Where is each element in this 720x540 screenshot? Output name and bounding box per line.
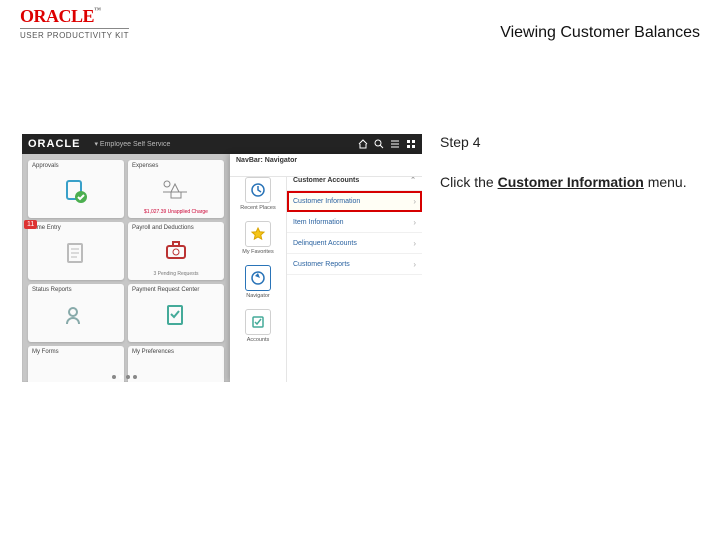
tile-status-reports[interactable]: Status Reports [28, 284, 124, 342]
tile-my-preferences[interactable]: My Preferences [128, 346, 224, 382]
oracle-logo: ORACLE™ [20, 6, 129, 27]
tile-payroll[interactable]: Payroll and Deductions 3 Pending Request… [128, 222, 224, 280]
page-title: Viewing Customer Balances [500, 24, 700, 42]
navbar-header: NavBar: Navigator [230, 154, 422, 177]
pager-dots [112, 375, 137, 379]
tile-expenses[interactable]: Expenses $1,027.39 Unapplied Charge [128, 160, 224, 218]
app-brand: ORACLE [28, 138, 80, 150]
chevron-right-icon: › [413, 239, 416, 248]
up-chevron-icon: ⌃ [410, 176, 416, 184]
step-label: Step 4 [440, 134, 687, 150]
navbar-column: Recent Places My Favorites Navigator Acc… [230, 170, 287, 382]
chevron-right-icon: › [413, 197, 416, 206]
navbar-list: Customer Accounts ⌃ Customer Information… [287, 170, 422, 382]
navbar-panel: NavBar: Navigator Recent Places My Favor… [230, 154, 422, 382]
nav-recent-places[interactable]: Recent Places [234, 174, 282, 214]
tile-time-entry[interactable]: Time Entry [28, 222, 124, 280]
instruction-text: Click the Customer Information menu. [440, 174, 687, 190]
tile-my-forms[interactable]: My Forms [28, 346, 124, 382]
instruction-target: Customer Information [498, 174, 644, 190]
menu-item-information[interactable]: Item Information› [287, 212, 422, 233]
tile-payment-request[interactable]: Payment Request Center [128, 284, 224, 342]
nav-my-favorites[interactable]: My Favorites [234, 218, 282, 258]
chevron-right-icon: › [413, 260, 416, 269]
product-suite-label: USER PRODUCTIVITY KIT [20, 28, 129, 40]
menu-icon[interactable] [390, 139, 400, 149]
breadcrumb: ▾ Employee Self Service [94, 140, 170, 148]
notification-badge: 11 [24, 220, 37, 229]
tile-approvals[interactable]: Approvals [28, 160, 124, 218]
menu-customer-information[interactable]: Customer Information› [287, 191, 422, 212]
app-topbar: ORACLE ▾ Employee Self Service [22, 134, 422, 154]
grid-icon[interactable] [406, 139, 416, 149]
menu-customer-reports[interactable]: Customer Reports› [287, 254, 422, 275]
chevron-right-icon: › [413, 218, 416, 227]
nav-navigator[interactable]: Navigator [234, 262, 282, 302]
menu-delinquent-accounts[interactable]: Delinquent Accounts› [287, 233, 422, 254]
home-icon[interactable] [358, 139, 368, 149]
app-screenshot: ORACLE ▾ Employee Self Service Approvals… [22, 134, 422, 382]
search-icon[interactable] [374, 139, 384, 149]
nav-accounts[interactable]: Accounts [234, 306, 282, 346]
